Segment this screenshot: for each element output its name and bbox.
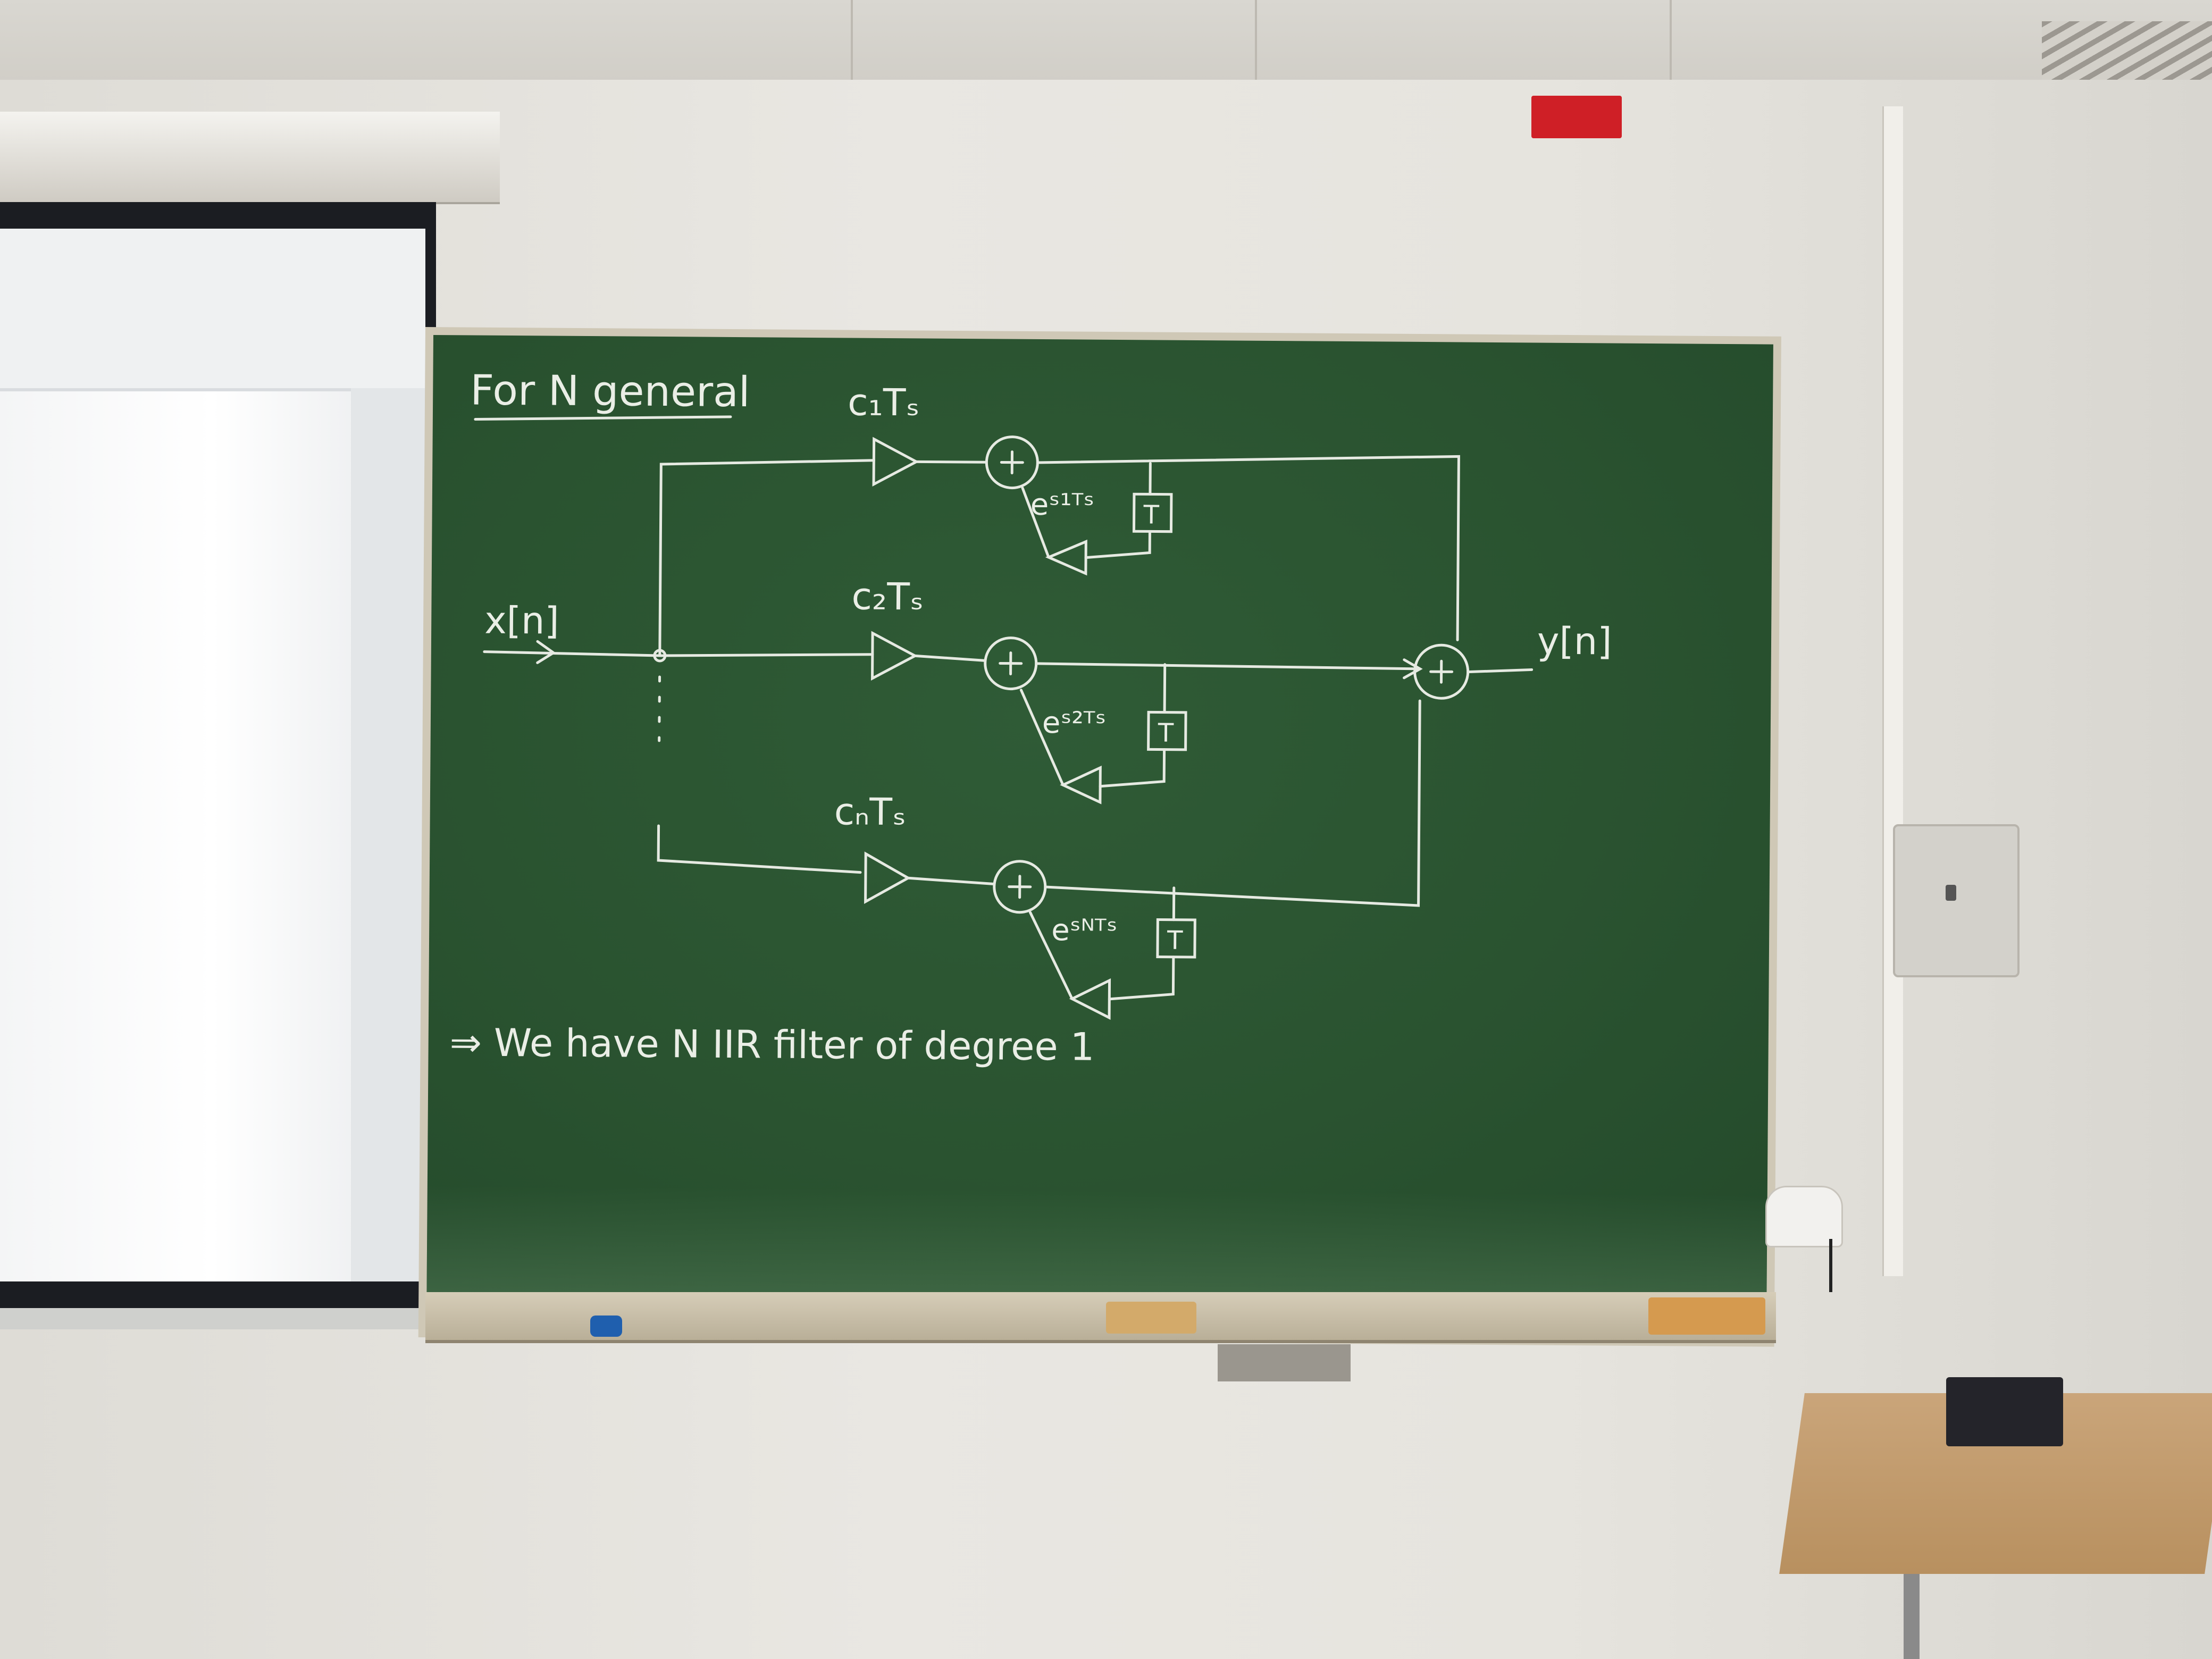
board-eraser (1648, 1297, 1765, 1335)
wall-key-box (1893, 824, 2020, 977)
branch-n-gain-label: cₙTₛ (834, 790, 906, 834)
wall-outlet-cover (1765, 1186, 1843, 1247)
branch-2-delay: T (1158, 718, 1174, 748)
heading: For N general (470, 366, 750, 416)
input-label: x[n] (484, 599, 559, 643)
input-line (483, 650, 661, 657)
projector-screen-housing (0, 112, 500, 204)
red-sign (1531, 96, 1622, 138)
branch-n-delay: T (1167, 926, 1183, 956)
conclusion: ⇒ We have N IIR filter of degree 1 (449, 1020, 1094, 1069)
branch-2-output (1035, 662, 1422, 671)
branch-1-feedback-triangle (1045, 539, 1087, 576)
branch-1-feedback-label: eˢ¹ᵀˢ (1030, 488, 1095, 523)
tray-bracket (1218, 1344, 1351, 1381)
branch-2-gain-label: c₂Tₛ (851, 575, 924, 619)
branch-n-feedback-label: eˢᴺᵀˢ (1051, 913, 1118, 948)
chalk-diagram: For N general x[n] c₁Tₛ T eˢ¹ᵀˢ c₂Tₛ T e… (449, 366, 1612, 1069)
projected-slide (0, 229, 425, 1281)
branch-1-output (1036, 455, 1460, 641)
chalk-tray (425, 1292, 1776, 1343)
branch-n-feedback-triangle (1069, 978, 1111, 1020)
desk-leg (1904, 1574, 1920, 1659)
lock-icon (1946, 885, 1956, 901)
branch-2-line (914, 654, 986, 662)
output-label: y[n] (1537, 619, 1612, 664)
branch-2-gain-triangle (870, 631, 918, 681)
branch-1-gain-label: c₁Tₛ (848, 380, 920, 424)
branch-n-line (907, 876, 995, 885)
box-on-desk (1946, 1377, 2063, 1446)
output-line (1467, 668, 1534, 674)
branch-1-feed (658, 459, 875, 657)
slide-header (0, 229, 425, 391)
board-eraser (1106, 1302, 1196, 1334)
branch-1-gain-triangle (872, 437, 919, 487)
blue-marker (590, 1316, 622, 1337)
projection-screen (0, 202, 436, 1308)
blackboard: For N general x[n] c₁Tₛ T eˢ¹ᵀˢ c₂Tₛ T e… (426, 335, 1773, 1302)
branch-2-feed (658, 653, 874, 657)
heading-underline (474, 415, 732, 421)
dotted-continuation (658, 675, 661, 742)
branch-2-feedback-triangle (1060, 765, 1102, 805)
branch-1-delay: T (1143, 500, 1159, 530)
plus-icon (1429, 659, 1454, 684)
power-cable (1829, 1239, 1843, 1292)
branch-n-gain-triangle (864, 851, 911, 904)
slide-sidebar (351, 388, 425, 1281)
branch-2-tap (1163, 663, 1167, 714)
plus-icon (1008, 875, 1032, 899)
wall-conduit (1882, 106, 1903, 1276)
plus-icon (999, 651, 1023, 676)
plus-icon (1000, 450, 1024, 475)
branch-2-feedback-line (1099, 748, 1166, 788)
screen-bottom-bar (0, 1308, 436, 1329)
branch-n-feed (657, 824, 862, 874)
branch-2-feedback-label: eˢ²ᵀˢ (1042, 706, 1107, 741)
branch-1-feedback-line (1084, 530, 1151, 559)
branch-n-feedback-line (1108, 956, 1175, 1001)
